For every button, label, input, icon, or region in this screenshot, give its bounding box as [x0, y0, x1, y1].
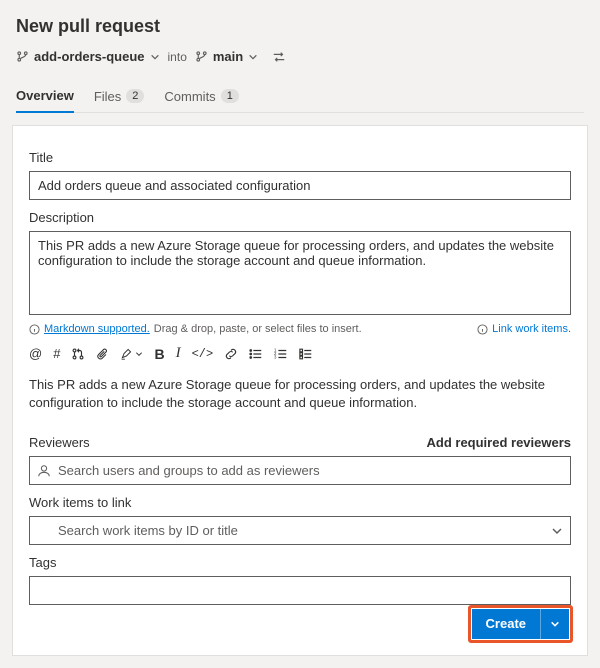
person-icon	[37, 464, 51, 478]
chevron-down-icon[interactable]	[551, 525, 563, 537]
tab-overview-label: Overview	[16, 88, 74, 103]
info-icon	[29, 324, 40, 335]
checklist-icon[interactable]	[299, 347, 313, 361]
tab-files-label: Files	[94, 89, 121, 104]
pull-request-icon[interactable]	[71, 347, 85, 361]
create-button-label: Create	[472, 609, 540, 639]
link-icon[interactable]	[224, 347, 238, 361]
markdown-supported-link[interactable]: Markdown supported.	[44, 323, 150, 335]
branch-icon	[16, 50, 29, 63]
create-button-dropdown[interactable]	[540, 609, 569, 639]
description-textarea[interactable]: This PR adds a new Azure Storage queue f…	[29, 231, 571, 315]
tags-label: Tags	[29, 555, 571, 570]
highlight-icon[interactable]	[120, 347, 143, 360]
svg-text:3: 3	[274, 354, 277, 359]
add-required-reviewers-link[interactable]: Add required reviewers	[427, 435, 572, 450]
code-icon[interactable]: </>	[192, 347, 214, 361]
tab-commits-count: 1	[221, 89, 239, 103]
bullet-list-icon[interactable]	[249, 347, 263, 361]
chevron-down-icon	[150, 52, 160, 62]
branch-icon	[195, 50, 208, 63]
tags-input[interactable]	[29, 576, 571, 605]
hash-icon[interactable]: #	[53, 346, 60, 361]
source-branch-picker[interactable]: add-orders-queue	[16, 49, 160, 64]
tab-commits-label: Commits	[164, 89, 215, 104]
tab-overview[interactable]: Overview	[16, 80, 74, 113]
mention-icon[interactable]: @	[29, 346, 42, 361]
work-items-input[interactable]	[29, 516, 571, 545]
attach-icon[interactable]	[96, 347, 109, 361]
reviewers-label: Reviewers	[29, 435, 90, 450]
title-input[interactable]	[29, 171, 571, 200]
swap-branches-icon[interactable]	[272, 50, 286, 64]
create-button[interactable]: Create	[472, 609, 569, 639]
title-label: Title	[29, 150, 571, 165]
drag-hint: Drag & drop, paste, or select files to i…	[154, 323, 362, 335]
chevron-down-icon	[248, 52, 258, 62]
page-title: New pull request	[16, 16, 588, 37]
tab-files-count: 2	[126, 89, 144, 103]
work-items-label: Work items to link	[29, 495, 571, 510]
target-branch-name: main	[213, 49, 243, 64]
target-branch-picker[interactable]: main	[195, 49, 258, 64]
description-preview: This PR adds a new Azure Storage queue f…	[29, 376, 571, 411]
tab-files[interactable]: Files 2	[94, 80, 145, 112]
link-work-items-link[interactable]: Link work items.	[492, 323, 571, 335]
description-label: Description	[29, 210, 571, 225]
tab-bar: Overview Files 2 Commits 1	[16, 80, 584, 113]
numbered-list-icon[interactable]: 123	[274, 347, 288, 361]
bold-icon[interactable]: B	[154, 346, 164, 362]
source-branch-name: add-orders-queue	[34, 49, 145, 64]
into-label: into	[168, 50, 187, 64]
info-icon	[477, 324, 488, 335]
pr-form-panel: Title Description This PR adds a new Azu…	[12, 125, 588, 656]
italic-icon[interactable]: I	[176, 345, 181, 362]
markdown-toolbar: @ # B I </>	[29, 341, 571, 372]
create-button-highlight: Create	[468, 605, 573, 643]
reviewers-input[interactable]	[29, 456, 571, 485]
tab-commits[interactable]: Commits 1	[164, 80, 238, 112]
branch-selector-row: add-orders-queue into main	[16, 49, 588, 64]
